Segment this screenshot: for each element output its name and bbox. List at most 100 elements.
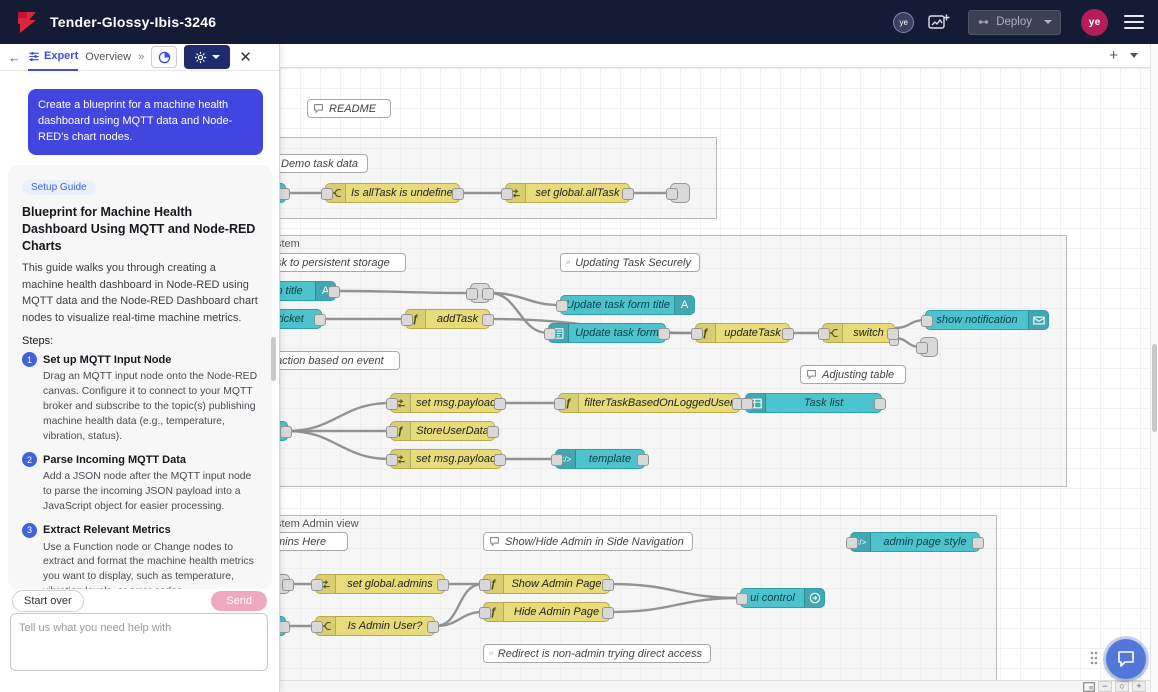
table-icon <box>746 394 766 412</box>
node-label: updateTask <box>716 327 789 339</box>
step-number: 2 <box>22 452 37 467</box>
chat-bubble-icon <box>1116 649 1136 669</box>
flow-node-link-edge[interactable] <box>280 421 288 441</box>
deploy-caret-icon[interactable] <box>1044 20 1052 24</box>
flow-node-ticket[interactable]: ticket <box>280 309 322 329</box>
comment-action-event[interactable]: action based on event <box>280 351 400 370</box>
top-bar: Tender-Glossy-Ibis-3246 ye Deploy ye <box>0 0 1158 44</box>
flow-node-link[interactable] <box>470 283 490 303</box>
guide-title: Blueprint for Machine Health Dashboard U… <box>22 204 258 255</box>
panel-scrollbar[interactable] <box>271 337 276 381</box>
comment-label: mins Here <box>280 536 326 548</box>
group-demo-task-data[interactable] <box>280 137 717 219</box>
flow-node-hide-admin[interactable]: ƒ Hide Admin Page <box>483 602 610 622</box>
close-icon[interactable]: ✕ <box>239 48 252 66</box>
comment-demo-task-data[interactable]: Demo task data <box>280 154 368 173</box>
deploy-label: Deploy <box>996 16 1032 28</box>
flow-node-store-user[interactable]: ƒ StoreUserData <box>390 421 495 441</box>
flow-node-set-admins[interactable]: set global.admins <box>315 574 445 594</box>
zoom-in-button[interactable]: + <box>1132 681 1146 692</box>
add-flow-button[interactable]: + <box>1109 47 1118 64</box>
flow-node-template[interactable]: </> template <box>555 449 645 469</box>
steps-label: Steps: <box>22 335 258 347</box>
function-icon: ƒ <box>391 422 411 440</box>
notification-icon <box>1028 311 1048 329</box>
function-icon: ƒ <box>559 394 579 412</box>
flow-node-ui-control[interactable]: ui control <box>740 588 825 608</box>
flow-node-set-payload-1[interactable]: set msg.payload <box>390 393 502 413</box>
flow-node-form-title[interactable]: m title A <box>280 281 336 301</box>
comment-label: action based on event <box>280 355 384 367</box>
flow-node-set-payload-2[interactable]: set msg.payload <box>390 449 502 469</box>
flow-node-task-list[interactable]: Task list <box>745 393 882 413</box>
comment-redirect-nonadmin[interactable]: Redirect is non-admin trying direct acce… <box>483 644 711 663</box>
more-tabs-icon[interactable]: » <box>138 51 144 63</box>
flow-node-update-task[interactable]: ƒ updateTask <box>695 323 790 343</box>
comment-adjusting-table[interactable]: Adjusting table <box>800 365 906 384</box>
comment-label: Adjusting table <box>822 369 894 381</box>
send-button[interactable]: Send <box>211 591 267 611</box>
back-arrow-icon[interactable]: ← <box>8 50 21 65</box>
change-icon <box>391 394 411 412</box>
chat-input[interactable] <box>10 613 268 671</box>
comment-label: README <box>329 103 376 115</box>
setup-guide-badge: Setup Guide <box>22 180 96 195</box>
node-label: Is allTask is undefined <box>346 187 459 199</box>
flow-node-switch[interactable]: switch <box>822 323 895 343</box>
comment-readme[interactable]: README <box>307 99 391 118</box>
menu-icon[interactable] <box>1124 11 1144 33</box>
deploy-button[interactable]: Deploy <box>968 10 1061 35</box>
zoom-out-button[interactable]: − <box>1098 681 1112 692</box>
step-desc: Add a JSON node after the MQTT input nod… <box>43 470 258 514</box>
screenshot-icon[interactable] <box>928 13 950 31</box>
minimap-icon[interactable] <box>1083 682 1095 692</box>
comment-label: Updating Task Securely <box>575 257 691 269</box>
user-message-bubble: Create a blueprint for a machine health … <box>28 89 263 155</box>
output-port[interactable] <box>889 336 899 346</box>
node-label: set global.allTask <box>526 187 629 199</box>
canvas-scrollbar[interactable] <box>1150 44 1158 692</box>
settings-dropdown-button[interactable] <box>184 45 230 69</box>
node-label: admin page style <box>871 536 979 548</box>
drag-handle-icon[interactable] <box>1089 650 1099 671</box>
tab-expert-label: Expert <box>44 50 78 62</box>
presence-badge[interactable]: ye <box>893 12 914 33</box>
flow-node-is-alltask[interactable]: Is allTask is undefined <box>325 183 460 203</box>
flow-node-link-edge[interactable] <box>280 574 290 594</box>
flowfuse-logo-icon <box>14 9 40 35</box>
flow-node-link-out[interactable] <box>920 337 938 357</box>
comment-admins-here[interactable]: mins Here <box>280 532 348 551</box>
flow-list-caret-icon[interactable] <box>1130 53 1138 58</box>
flow-node-admin-style[interactable]: </> admin page style <box>850 532 980 552</box>
node-label: filterTaskBasedOnLoggedUser <box>579 397 739 409</box>
tab-overview-label: Overview <box>85 51 131 63</box>
flow-node-filter-task[interactable]: ƒ filterTaskBasedOnLoggedUser <box>558 393 740 413</box>
flow-node-set-alltask[interactable]: set global.allTask <box>505 183 630 203</box>
flow-node-link-out[interactable] <box>670 183 690 203</box>
flow-node-show-admin[interactable]: ƒ Show Admin Page <box>483 574 610 594</box>
node-label: template <box>576 453 644 465</box>
switch-icon <box>326 184 346 202</box>
flow-node-update-form[interactable]: Update task form <box>548 323 666 343</box>
comment-updating-securely[interactable]: Updating Task Securely <box>560 253 700 272</box>
flow-node-add-task[interactable]: ƒ addTask <box>405 309 490 329</box>
comment-show-hide-admin[interactable]: Show/Hide Admin in Side Navigation <box>483 532 693 551</box>
flow-node-link-edge[interactable] <box>280 183 286 203</box>
flow-node-is-admin[interactable]: Is Admin User? <box>315 616 435 636</box>
flow-node-link-edge[interactable] <box>280 616 286 636</box>
flow-canvas[interactable]: + stem stem Admin view <box>280 44 1150 692</box>
tab-overview[interactable]: Overview <box>85 44 131 71</box>
zoom-reset-button[interactable]: ○ <box>1115 681 1129 692</box>
workspace-tabstrip: + <box>280 44 1150 68</box>
tab-expert[interactable]: Expert <box>28 44 78 71</box>
flow-node-update-form-title[interactable]: Update task form title A <box>560 295 695 315</box>
step-desc: Use a Function node or Change nodes to e… <box>43 541 258 589</box>
user-avatar[interactable]: ye <box>1081 9 1108 36</box>
start-over-button[interactable]: Start over <box>12 590 84 612</box>
function-icon: ƒ <box>696 324 716 342</box>
chart-button[interactable] <box>151 46 177 68</box>
scrollbar-thumb[interactable] <box>1152 344 1157 432</box>
comment-persistent-storage[interactable]: sk to persistent storage <box>280 253 406 272</box>
assistant-chat-button[interactable] <box>1106 639 1146 679</box>
flow-node-show-notification[interactable]: show notification <box>925 310 1049 330</box>
